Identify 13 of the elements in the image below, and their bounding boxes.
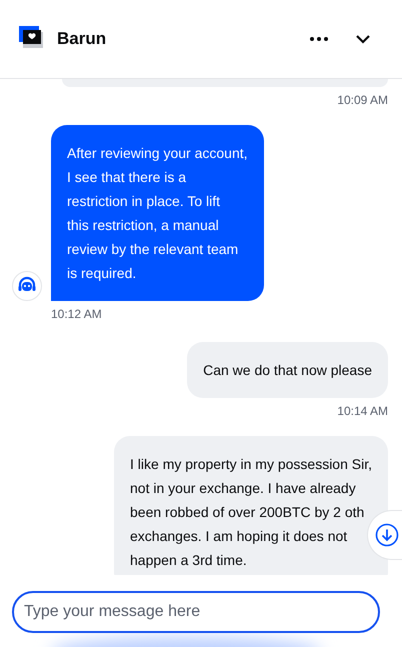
chat-title: Barun bbox=[57, 29, 106, 49]
message-text: After reviewing your account, I see that there is a restriction in place. To lift this restriction, a manual review by the relevant team is required. bbox=[67, 144, 248, 283]
message-text: I like my property in my possession Sir, not in your exchange. I have already been robbed of over 200BTC by 2 oth exchanges. I am hoping it does not happen a 3rd time. bbox=[130, 455, 372, 570]
message-time: 10:12 AM bbox=[51, 307, 102, 321]
agent-avatar-icon bbox=[12, 271, 42, 301]
message-input[interactable]: Type your message here bbox=[12, 591, 380, 633]
message-text: Can we do that now please bbox=[203, 361, 372, 380]
more-icon[interactable] bbox=[310, 37, 328, 41]
message-time: 10:09 AM bbox=[337, 93, 388, 107]
message-time: 10:14 AM bbox=[337, 404, 388, 418]
arrow-down-icon bbox=[374, 523, 398, 547]
chat-logo-icon bbox=[19, 26, 43, 50]
collapse-chevron-icon[interactable] bbox=[356, 34, 370, 44]
